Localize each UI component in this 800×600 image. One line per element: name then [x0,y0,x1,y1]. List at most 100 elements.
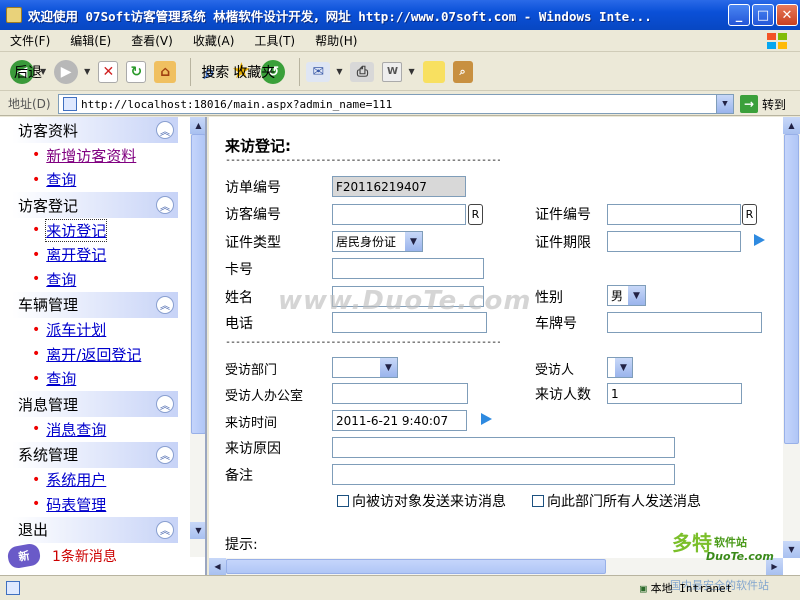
collapse-icon[interactable]: ︽ [156,395,174,413]
forward-button[interactable]: ▶ ▼ [54,59,90,84]
print-button[interactable]: ⎙ [350,61,375,82]
reason-field[interactable] [332,437,675,458]
dept-select[interactable]: ▼ [332,357,398,378]
main-vertical-scrollbar[interactable]: ▲ ▼ [783,117,800,558]
page-icon [63,97,77,111]
link-query[interactable]: 查询 [46,269,76,290]
main-horizontal-scrollbar[interactable]: ◀ ▶ [209,558,783,575]
favorites-button[interactable]: ★ 收藏夹 [229,59,275,84]
chevron-down-icon[interactable]: ▼ [615,358,632,377]
link-leave-register[interactable]: 离开登记 [46,244,106,265]
host-select[interactable]: ▼ [607,357,633,378]
discuss-button[interactable] [422,60,445,83]
sidebar-scrollbar[interactable]: ▲ ▼ [190,117,205,557]
home-icon: ⌂ [154,60,177,83]
host-office-field[interactable] [332,383,468,404]
id-type-label: 证件类型 [225,235,281,251]
new-message-notice[interactable]: 新 1条新消息 [6,542,117,570]
link-system-users[interactable]: 系统用户 [46,469,106,490]
sidebar-group-messages[interactable]: 消息管理 ︽ [12,391,178,417]
link-query[interactable]: 查询 [46,169,76,190]
sidebar-group-system[interactable]: 系统管理 ︽ [12,441,178,468]
sidebar-group-visitor-register[interactable]: 访客登记 ︽ [12,192,178,218]
chevron-down-icon[interactable]: ▼ [380,358,397,377]
home-button[interactable]: ⌂ [154,60,177,83]
notify-host-checkbox[interactable]: 向被访对象发送来访消息 [337,491,506,511]
date-picker-icon[interactable] [754,234,765,246]
menu-view[interactable]: 查看(V) [121,32,183,49]
card-field[interactable] [332,258,484,279]
id-lookup-button[interactable]: R [742,204,757,225]
link-code-table[interactable]: 码表管理 [46,494,106,515]
edit-icon: W [382,61,403,82]
scroll-thumb[interactable] [784,134,799,444]
checkbox-icon[interactable] [532,495,544,507]
minimize-button[interactable]: _ [728,4,750,26]
refresh-button[interactable]: ↻ [126,60,147,83]
group-title: 退出 [18,521,49,539]
edit-button[interactable]: W ▼ [382,61,415,82]
notify-dept-checkbox[interactable]: 向此部门所有人发送消息 [532,491,701,511]
menu-edit[interactable]: 编辑(E) [60,32,121,49]
scroll-up-icon[interactable]: ▲ [190,117,205,134]
close-button[interactable]: ✕ [776,4,798,26]
sidebar-item-visit-register: • 来访登记 [0,218,190,243]
sidebar-group-logout[interactable]: 退出 ︽ [12,516,178,543]
plate-field[interactable] [607,312,762,333]
sidebar-item-leave-register: • 离开登记 [0,243,190,268]
search-button[interactable]: ⌕ 搜索 [197,60,229,84]
link-message-query[interactable]: 消息查询 [46,419,106,440]
id-type-select[interactable]: 居民身份证 ▼ [332,231,423,252]
toolbar-divider [190,57,192,86]
chevron-down-icon[interactable]: ▼ [628,286,645,305]
scroll-left-icon[interactable]: ◀ [209,558,226,575]
chevron-down-icon[interactable]: ▼ [84,67,90,76]
address-input[interactable]: http://localhost:18016/main.aspx?admin_n… [58,94,734,114]
visitor-lookup-button[interactable]: R [468,204,483,225]
go-button[interactable]: → 转到 [740,95,786,113]
menu-file[interactable]: 文件(F) [0,32,60,49]
scroll-down-icon[interactable]: ▼ [190,522,205,539]
app-icon [6,7,22,23]
visitor-count-field[interactable]: 1 [607,383,742,404]
visit-no-label: 访单编号 [225,180,281,196]
collapse-icon[interactable]: ︽ [156,295,174,314]
remark-field[interactable] [332,464,675,485]
new-badge-icon: 新 [6,542,42,570]
link-new-visitor[interactable]: 新增访客资料 [46,145,136,166]
chevron-down-icon[interactable]: ▼ [405,232,422,251]
stop-button[interactable]: ✕ [98,60,119,83]
gender-select[interactable]: 男 ▼ [607,285,646,306]
menu-tools[interactable]: 工具(T) [244,32,305,49]
link-visit-register[interactable]: 来访登记 [45,218,108,242]
link-query[interactable]: 查询 [46,368,76,389]
back-button[interactable]: ◀ 后退 ▼ [10,59,46,84]
link-leave-return[interactable]: 离开/返回登记 [46,344,141,365]
chevron-down-icon[interactable]: ▼ [336,67,342,76]
scroll-thumb[interactable] [191,134,205,434]
scroll-down-icon[interactable]: ▼ [783,541,800,558]
id-expiry-field[interactable] [607,231,741,252]
id-no-field[interactable] [607,204,741,225]
menu-favorites[interactable]: 收藏(A) [183,32,245,49]
collapse-icon[interactable]: ︽ [156,121,174,139]
collapse-icon[interactable]: ︽ [156,520,174,539]
visitor-no-field[interactable] [332,204,466,225]
collapse-icon[interactable]: ︽ [156,445,174,464]
scroll-up-icon[interactable]: ▲ [783,117,800,134]
menu-help[interactable]: 帮助(H) [305,32,367,49]
scroll-thumb[interactable] [226,559,606,574]
new-message-text[interactable]: 1条新消息 [52,546,117,566]
visit-time-field[interactable]: 2011-6-21 9:40:07 [332,410,467,431]
collapse-icon[interactable]: ︽ [156,196,174,214]
address-dropdown-icon[interactable]: ▼ [716,95,733,113]
mail-button[interactable]: ✉ ▼ [306,61,342,82]
link-dispatch-plan[interactable]: 派车计划 [46,319,106,340]
sidebar-group-visitor-data[interactable]: 访客资料 ︽ [12,117,178,143]
chevron-down-icon[interactable]: ▼ [408,67,414,76]
date-picker-icon[interactable] [481,413,492,425]
maximize-button[interactable]: □ [752,4,774,26]
sidebar-group-vehicle[interactable]: 车辆管理 ︽ [12,291,178,318]
research-button[interactable]: ⌕ [452,60,473,83]
checkbox-icon[interactable] [337,495,349,507]
